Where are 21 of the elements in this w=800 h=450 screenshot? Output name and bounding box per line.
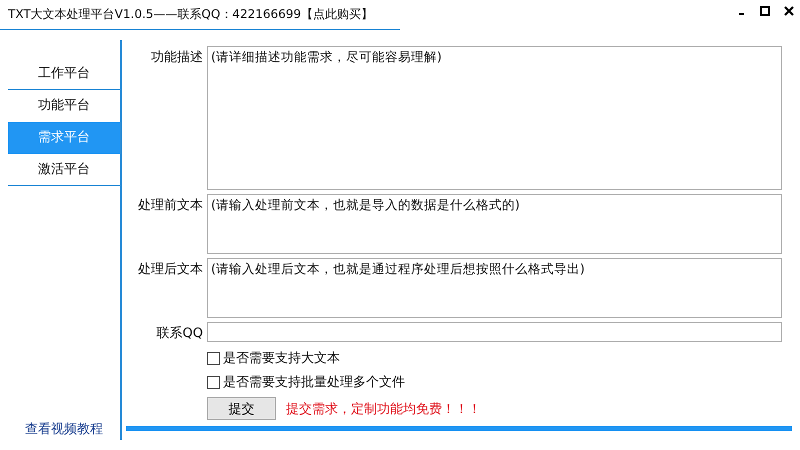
close-icon[interactable]: [784, 6, 794, 16]
field-label: 处理前文本: [137, 197, 203, 215]
checkbox[interactable]: [207, 376, 220, 388]
checkbox-label: 是否需要支持大文本: [223, 350, 340, 367]
maximize-icon[interactable]: [760, 6, 770, 16]
window-title[interactable]: TXT大文本处理平台V1.0.5——联系QQ：422166699【点此购买】: [0, 0, 400, 30]
field-label: 功能描述: [150, 49, 203, 67]
input-field[interactable]: [207, 322, 782, 342]
input-field[interactable]: (请输入处理前文本，也就是导入的数据是什么格式的): [207, 194, 782, 254]
tutorial-link[interactable]: 查看视频教程: [8, 420, 120, 438]
field-label: 处理后文本: [137, 261, 203, 279]
sidebar-tab[interactable]: 工作平台: [8, 58, 120, 90]
field-label: 联系QQ: [156, 325, 203, 342]
checkbox[interactable]: [207, 352, 220, 364]
checkbox-label: 是否需要支持批量处理多个文件: [223, 374, 405, 391]
sidebar-tab[interactable]: 功能平台: [8, 90, 120, 122]
submit-button[interactable]: 提交: [207, 397, 276, 420]
input-field[interactable]: (请详细描述功能需求，尽可能容易理解): [207, 46, 782, 190]
input-field[interactable]: (请输入处理后文本，也就是通过程序处理后想按照什么格式导出): [207, 258, 782, 318]
sidebar-tab[interactable]: 激活平台: [8, 154, 120, 186]
notice-text: 提交需求，定制功能均免费！！！: [286, 400, 481, 418]
